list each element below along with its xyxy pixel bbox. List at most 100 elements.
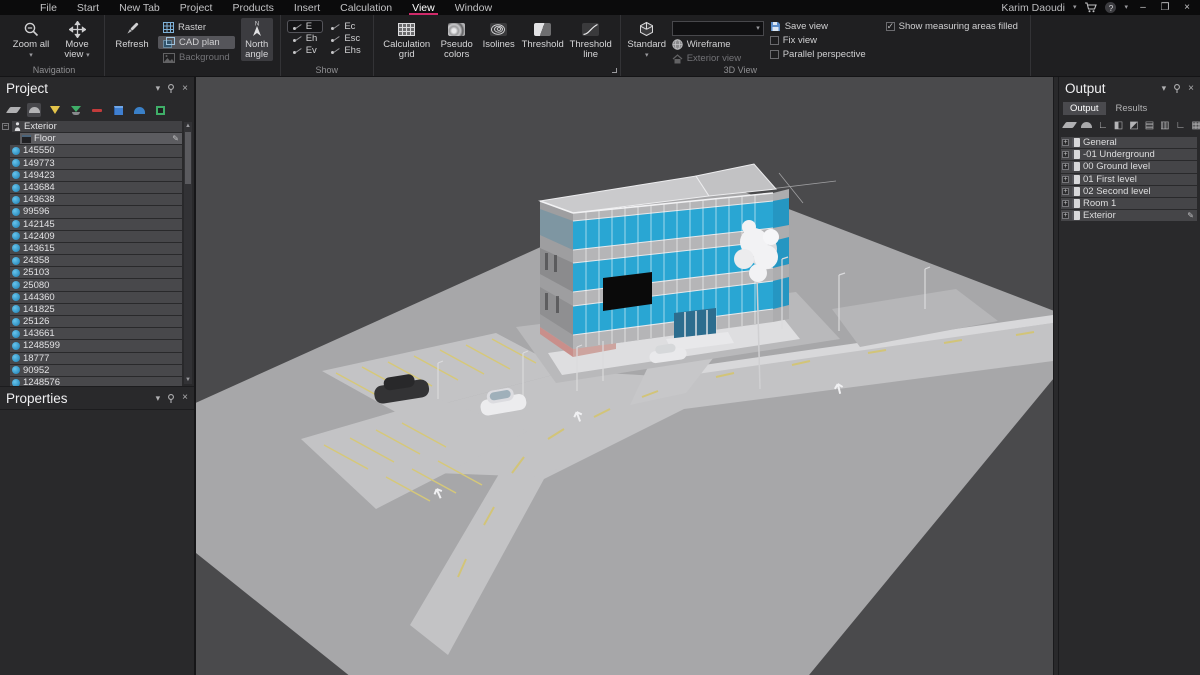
scene-3d-icon[interactable]: ◧ <box>1114 121 1123 131</box>
view-select-combo[interactable]: ▾ <box>672 21 764 36</box>
illuminance-toggle[interactable]: Esc <box>326 33 365 44</box>
expand-plus-icon[interactable]: + <box>1062 212 1069 219</box>
pin-icon[interactable] <box>1173 84 1181 93</box>
show-measuring-areas-checkbox[interactable]: Show measuring areas filled <box>886 21 1018 32</box>
grid-icon[interactable]: ▦ <box>1191 121 1200 131</box>
output-tree-item[interactable]: + 02 Second level ✎ <box>1061 186 1197 197</box>
tree-item-luminaire[interactable]: 25126 <box>10 316 182 327</box>
luminaire-icon[interactable] <box>48 103 62 117</box>
iso-view-icon[interactable] <box>1064 121 1075 131</box>
tree-item-luminaire[interactable]: 143684 <box>10 182 182 193</box>
restore-button[interactable]: ❐ <box>1158 2 1172 13</box>
floor-plan-icon[interactable]: ∟ <box>1098 121 1108 131</box>
tree-item-luminaire[interactable]: 145550 <box>10 145 182 156</box>
tree-item-luminaire[interactable]: 141825 <box>10 304 182 315</box>
expand-plus-icon[interactable]: + <box>1062 139 1069 146</box>
tree-item-luminaire[interactable]: 142409 <box>10 231 182 242</box>
menu-item[interactable]: Insert <box>284 0 330 15</box>
edit-pencil-icon[interactable]: ✎ <box>1187 212 1194 220</box>
output-tree-item[interactable]: + Room 1 ✎ <box>1061 198 1197 209</box>
save-view-button[interactable]: Save view <box>770 21 866 32</box>
expand-plus-icon[interactable]: + <box>1062 151 1069 158</box>
wireframe-button[interactable]: Wireframe <box>672 39 764 50</box>
fix-view-checkbox[interactable]: Fix view <box>770 35 866 46</box>
refresh-button[interactable]: Refresh <box>112 18 152 50</box>
tree-item-luminaire[interactable]: 1248599 <box>10 340 182 351</box>
tree-item-luminaire[interactable]: 143661 <box>10 328 182 339</box>
group-expander-icon[interactable] <box>612 68 617 73</box>
zoom-all-button[interactable]: Zoom all ▾ <box>11 18 51 61</box>
tree-item-luminaire[interactable]: 143638 <box>10 194 182 205</box>
light-scene-icon[interactable] <box>69 103 83 117</box>
output-tree-item[interactable]: + -01 Underground ✎ <box>1061 149 1197 160</box>
pseudo-colors-button[interactable]: Pseudo colors <box>439 18 475 61</box>
output-tree-item[interactable]: + General ✎ <box>1061 137 1197 148</box>
tree-item-luminaire[interactable]: 142145 <box>10 219 182 230</box>
tree-item-luminaire[interactable]: 149423 <box>10 170 182 181</box>
menu-item[interactable]: Products <box>222 0 283 15</box>
menu-item[interactable]: View <box>402 0 445 15</box>
panel-collapse-icon[interactable]: ▾ <box>156 84 161 93</box>
expand-plus-icon[interactable]: + <box>1062 200 1069 207</box>
tree-item-luminaire[interactable]: 1248576 <box>10 377 182 386</box>
close-button[interactable]: × <box>1180 2 1194 13</box>
output-tree-item[interactable]: + Exterior ✎ <box>1061 210 1197 221</box>
tree-item-luminaire[interactable]: 18777 <box>10 353 182 364</box>
pin-icon[interactable] <box>167 84 175 93</box>
isolines-button[interactable]: Isolines <box>481 18 517 50</box>
tree-item-luminaire[interactable]: 99596 <box>10 206 182 217</box>
tree-item-luminaire[interactable]: 24358 <box>10 255 182 266</box>
expand-plus-icon[interactable]: + <box>1062 163 1069 170</box>
illuminance-toggle[interactable]: Eh <box>288 33 323 44</box>
user-name[interactable]: Karim Daoudi <box>1001 2 1065 14</box>
floor-plan-2-icon[interactable]: ∟ <box>1176 121 1186 131</box>
raster-button[interactable]: Raster <box>158 21 235 34</box>
cad-plan-button[interactable]: CAD plan <box>158 36 235 49</box>
expand-plus-icon[interactable]: + <box>1062 176 1069 183</box>
move-view-button[interactable]: Move view ▾ <box>57 18 97 61</box>
3d-viewport[interactable] <box>196 77 1053 675</box>
tree-item-floor-selected[interactable]: Floor ✎ <box>20 133 182 144</box>
object-icon[interactable] <box>111 103 125 117</box>
panel-close-icon[interactable]: × <box>182 84 188 94</box>
threshold-button[interactable]: Threshold <box>523 18 563 50</box>
panel-close-icon[interactable]: × <box>182 393 188 403</box>
project-tree-scrollbar[interactable]: ▲ ▼ <box>184 122 192 384</box>
menu-item[interactable]: Calculation <box>330 0 402 15</box>
illuminance-toggle[interactable]: E <box>288 21 323 32</box>
roof-icon[interactable] <box>132 103 146 117</box>
collapse-expander-icon[interactable]: − <box>2 123 9 130</box>
edit-pencil-icon[interactable]: ✎ <box>172 135 179 143</box>
document-icon[interactable]: ▤ <box>1145 121 1154 131</box>
tree-item-luminaire[interactable]: 144360 <box>10 292 182 303</box>
menu-item[interactable]: Start <box>67 0 109 15</box>
cart-icon[interactable] <box>1084 2 1097 13</box>
table-icon[interactable]: ▥ <box>1160 121 1169 131</box>
illuminance-toggle[interactable]: Ec <box>326 21 365 32</box>
north-angle-button[interactable]: N North angle <box>241 18 273 61</box>
tree-item-luminaire[interactable]: 143615 <box>10 243 182 254</box>
export-icon[interactable] <box>153 103 167 117</box>
panel-collapse-icon[interactable]: ▾ <box>156 394 161 403</box>
menu-item[interactable]: Window <box>445 0 502 15</box>
standard-view-button[interactable]: Standard▾ <box>628 18 666 61</box>
pin-icon[interactable] <box>167 394 175 403</box>
menu-item[interactable]: New Tab <box>109 0 170 15</box>
parallel-perspective-checkbox[interactable]: Parallel perspective <box>770 49 866 60</box>
output-tree-item[interactable]: + 00 Ground level ✎ <box>1061 161 1197 172</box>
output-tab[interactable]: Results <box>1109 102 1155 115</box>
tree-item-luminaire[interactable]: 25103 <box>10 267 182 278</box>
output-tab[interactable]: Output <box>1063 102 1106 115</box>
tree-item-luminaire[interactable]: 90952 <box>10 365 182 376</box>
illuminance-toggle[interactable]: Ehs <box>326 45 365 56</box>
iso-view2-icon[interactable] <box>1081 121 1092 131</box>
tree-item-exterior[interactable]: Exterior <box>12 121 182 132</box>
terrain-icon[interactable] <box>27 103 41 117</box>
expand-plus-icon[interactable]: + <box>1062 188 1069 195</box>
background-button[interactable]: Background <box>158 51 235 64</box>
measure-line-icon[interactable] <box>90 103 104 117</box>
calculation-grid-button[interactable]: Calculation grid <box>381 18 433 61</box>
site-icon[interactable] <box>6 103 20 117</box>
scene-3d-2-icon[interactable]: ◩ <box>1129 121 1138 131</box>
threshold-line-button[interactable]: Threshold line <box>569 18 613 61</box>
